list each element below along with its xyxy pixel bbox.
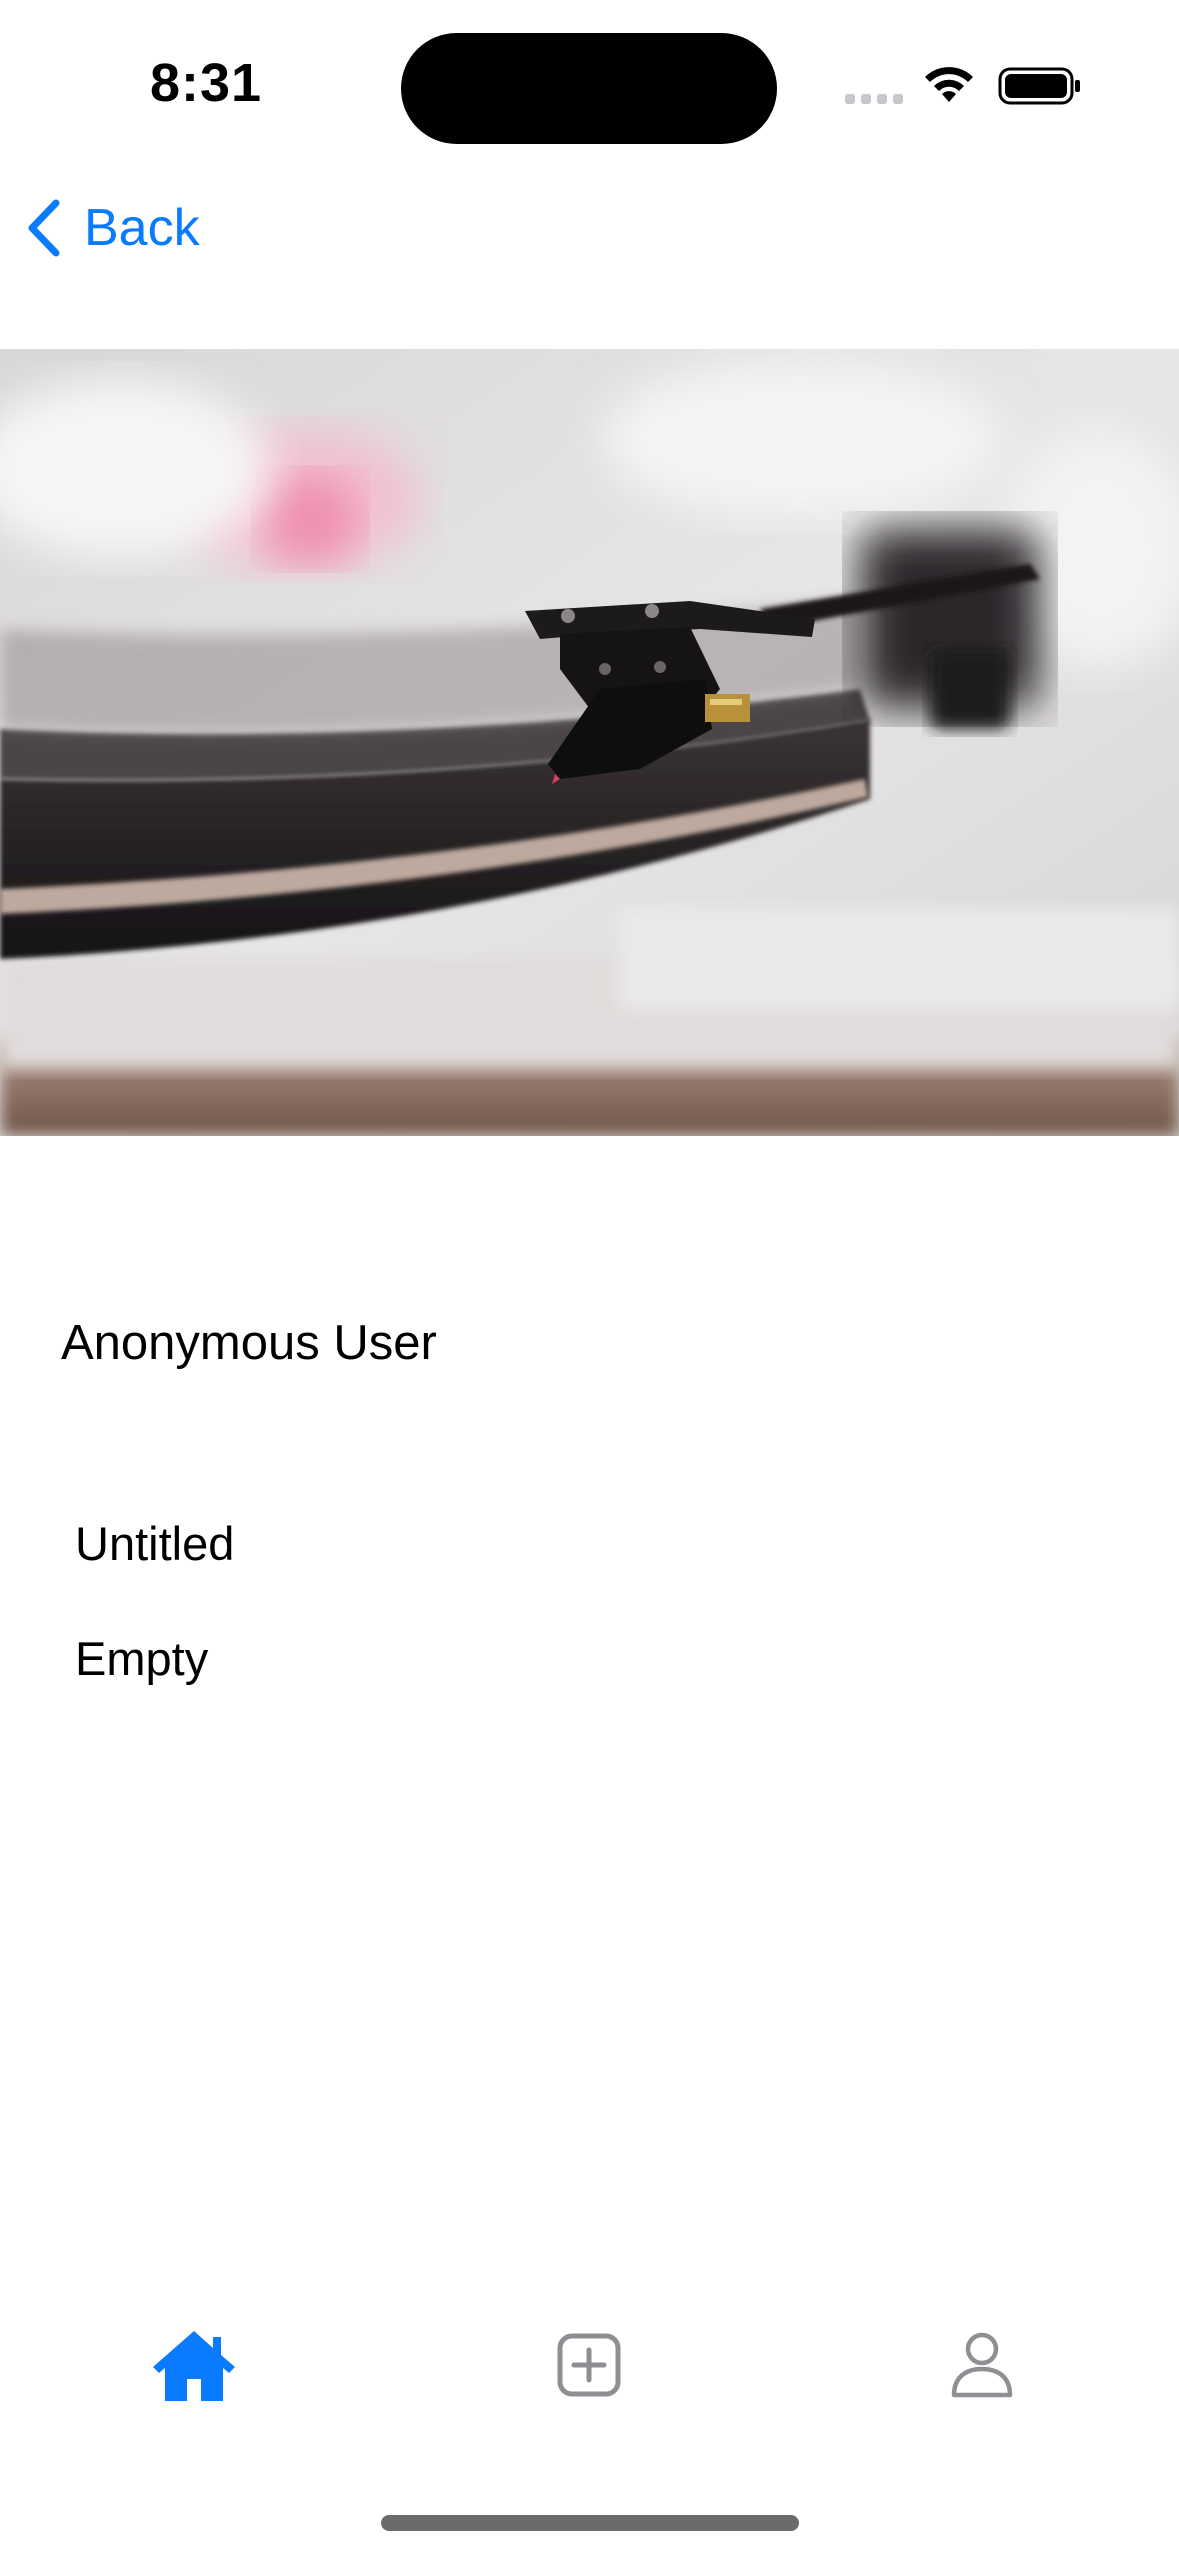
home-icon [153,2331,235,2401]
plus-square-icon [557,2333,621,2397]
username-label: Anonymous User [61,1316,437,1370]
home-indicator[interactable] [381,2515,799,2531]
chevron-left-icon [28,199,60,256]
tab-add[interactable] [489,2290,689,2440]
cellular-signal-icon [845,94,903,104]
turntable-photo [0,349,1179,1136]
wifi-icon [925,67,973,102]
back-label: Back [84,198,200,257]
person-icon [951,2332,1013,2398]
battery-icon [998,67,1080,105]
status-time: 8:31 [150,53,263,113]
dynamic-island [401,33,777,144]
back-button[interactable]: Back [24,190,200,265]
tab-bar [0,2290,1179,2440]
hero-image [0,349,1179,1136]
tab-home[interactable] [94,2290,294,2440]
item-title: Untitled [75,1517,235,1570]
status-bar: 8:31 [0,0,1179,175]
screen: 8:31 Back Anonymous User Untitled Empty [0,0,1179,2556]
tab-profile[interactable] [882,2290,1082,2440]
item-description: Empty [75,1632,209,1685]
